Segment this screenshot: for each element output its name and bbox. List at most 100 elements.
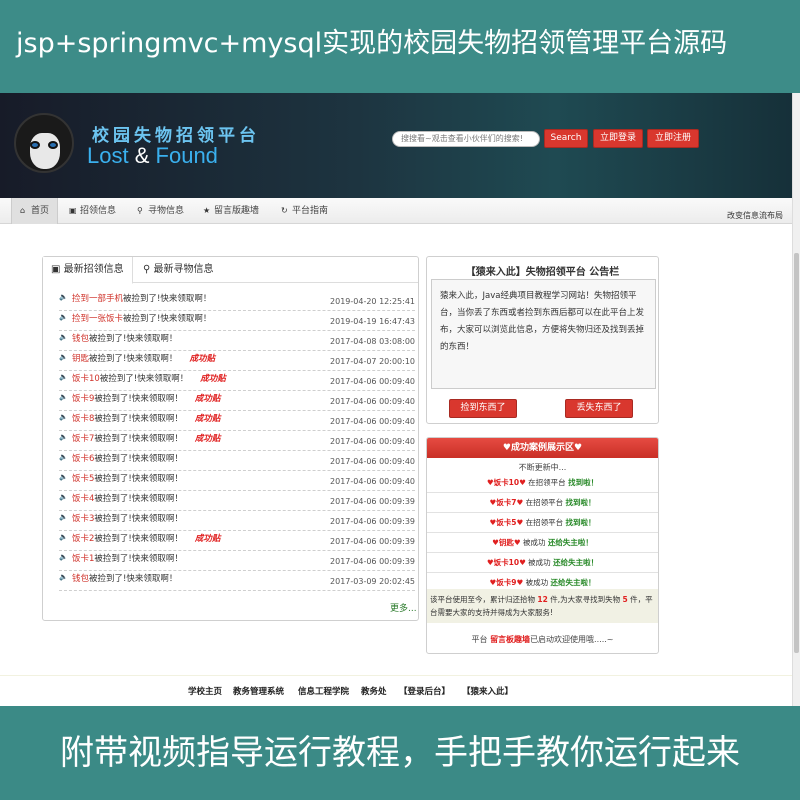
item-title-link[interactable]: 饭卡9 xyxy=(72,394,94,404)
item-date: 2019-04-19 16:47:43 xyxy=(330,317,415,326)
stats-text-2: 件,为大家寻找到失物 xyxy=(547,595,623,604)
footer-link-office[interactable]: 教务处 xyxy=(361,685,387,697)
case-item: ♥钥匙♥ xyxy=(492,538,521,547)
tab-found-label: 最新招领信息 xyxy=(63,264,124,275)
logo-monkey-icon[interactable] xyxy=(14,113,74,173)
site-header: 校园失物招领平台 Lost & Found 搜搜看~观击查看小伙伴们的搜索! S… xyxy=(0,93,792,198)
case-item: ♥饭卡5♥ xyxy=(489,518,524,527)
item-desc: 被捡到了!快来领取啊！ xyxy=(94,514,183,524)
item-desc: 被捡到了!快来领取啊！ xyxy=(89,354,178,364)
list-item[interactable]: 🔈 饭卡5被捡到了!快来领取啊！ 2017-04-06 00:09:40 xyxy=(59,471,415,491)
item-title-link[interactable]: 饭卡5 xyxy=(72,474,94,484)
nav-message-wall[interactable]: ★ 留言版趣墙 xyxy=(203,198,259,224)
cases-title: ♥成功案例展示区♥ xyxy=(427,438,658,458)
item-title-link[interactable]: 钥匙 xyxy=(72,354,89,364)
bottom-banner: 附带视频指导运行教程，手把手教你运行起来 xyxy=(0,706,800,800)
item-desc: 被捡到了!快来领取啊！ xyxy=(89,574,178,584)
speaker-icon: 🔈 xyxy=(59,373,68,381)
item-title-link[interactable]: 饭卡6 xyxy=(72,454,94,464)
case-row: ♥钥匙♥ 被成功 还给失主啦！ xyxy=(427,533,658,553)
item-desc: 被捡到了!快来领取啊！ xyxy=(94,394,183,404)
tab-latest-lost[interactable]: ⚲ 最新寻物信息 xyxy=(143,257,214,283)
nav-home[interactable]: ⌂ 首页 xyxy=(11,198,59,224)
page-scrollbar[interactable] xyxy=(792,93,800,706)
list-item[interactable]: 🔈 饭卡8被捡到了!快来领取啊！ 成功贴 2017-04-06 00:09:40 xyxy=(59,411,415,431)
scrollbar-thumb[interactable] xyxy=(794,253,799,653)
case-row: ♥饭卡5♥ 在招领平台 找到啦！ xyxy=(427,513,658,533)
case-result: 还给失主啦！ xyxy=(550,578,596,587)
item-title-link[interactable]: 饭卡3 xyxy=(72,514,94,524)
nav-guide[interactable]: ↻ 平台指南 xyxy=(281,198,328,224)
list-item[interactable]: 🔈 钱包被捡到了!快来领取啊！ 2017-03-09 20:02:45 xyxy=(59,571,415,591)
message-wall-link[interactable]: 留言板趣墙 xyxy=(490,635,530,644)
report-lost-button[interactable]: 丢失东西了 xyxy=(565,399,633,418)
list-item[interactable]: 🔈 饭卡3被捡到了!快来领取啊！ 2017-04-06 00:09:39 xyxy=(59,511,415,531)
login-button[interactable]: 立即登录 xyxy=(593,129,643,148)
item-date: 2017-04-07 20:00:10 xyxy=(330,357,415,366)
search-input[interactable]: 搜搜看~观击查看小伙伴们的搜索! xyxy=(392,131,540,147)
item-title-link[interactable]: 捡到一部手机 xyxy=(72,294,123,304)
nav-lost-info[interactable]: ⚲ 寻物信息 xyxy=(137,198,184,224)
item-title-link[interactable]: 饭卡7 xyxy=(72,434,94,444)
list-item[interactable]: 🔈 饭卡1被捡到了!快来领取啊！ 2017-04-06 00:09:39 xyxy=(59,551,415,571)
success-badge: 成功贴 xyxy=(189,354,215,364)
item-title-link[interactable]: 饭卡10 xyxy=(72,374,100,384)
item-title-link[interactable]: 饭卡8 xyxy=(72,414,94,424)
item-desc: 被捡到了!快来领取啊！ xyxy=(94,494,183,504)
search-button[interactable]: Search xyxy=(544,129,588,148)
item-title-link[interactable]: 饭卡1 xyxy=(72,554,94,564)
item-desc: 被捡到了!快来领取啊！ xyxy=(94,434,183,444)
star-icon: ★ xyxy=(203,206,211,215)
layout-switch-link[interactable]: 改变信息流布局 xyxy=(727,210,783,221)
speaker-icon: 🔈 xyxy=(59,433,68,441)
nav-found-info[interactable]: ▣ 招领信息 xyxy=(69,198,116,224)
item-desc: 被捡到了!快来领取啊！ xyxy=(123,294,212,304)
item-date: 2017-04-06 00:09:40 xyxy=(330,477,415,486)
list-item[interactable]: 🔈 饭卡10被捡到了!快来领取啊！ 成功贴 2017-04-06 00:09:40 xyxy=(59,371,415,391)
platform-stats: 该平台使用至今，累计归还拾物 12 件,为大家寻找到失物 5 件，平台需要大家的… xyxy=(427,589,658,623)
footer-link-yuanlai[interactable]: 【猿来入此】 xyxy=(462,685,513,697)
list-item[interactable]: 🔈 饭卡2被捡到了!快来领取啊！ 成功贴 2017-04-06 00:09:39 xyxy=(59,531,415,551)
item-text: 饭卡6被捡到了!快来领取啊！ xyxy=(72,452,183,464)
case-mid: 被成功 xyxy=(523,578,551,587)
item-title-link[interactable]: 饭卡2 xyxy=(72,534,94,544)
item-text: 饭卡9被捡到了!快来领取啊！ 成功贴 xyxy=(72,392,220,404)
footer-link-college[interactable]: 信息工程学院 xyxy=(298,685,349,697)
list-item[interactable]: 🔈 捡到一张饭卡被捡到了!快来领取啊！ 2019-04-19 16:47:43 xyxy=(59,311,415,331)
list-item[interactable]: 🔈 饭卡7被捡到了!快来领取啊！ 成功贴 2017-04-06 00:09:40 xyxy=(59,431,415,451)
top-banner: jsp+springmvc+mysql实现的校园失物招领管理平台源码 xyxy=(0,0,800,93)
item-date: 2017-04-06 00:09:39 xyxy=(330,557,415,566)
speaker-icon: 🔈 xyxy=(59,413,68,421)
list-item[interactable]: 🔈 钱包被捡到了!快来领取啊！ 2017-04-08 03:08:00 xyxy=(59,331,415,351)
register-button[interactable]: 立即注册 xyxy=(647,129,699,148)
case-row: ♥饭卡7♥ 在招领平台 找到啦！ xyxy=(427,493,658,513)
list-item[interactable]: 🔈 钥匙被捡到了!快来领取啊！ 成功贴 2017-04-07 20:00:10 xyxy=(59,351,415,371)
item-title-link[interactable]: 捡到一张饭卡 xyxy=(72,314,123,324)
speaker-icon: 🔈 xyxy=(59,513,68,521)
case-item: ♥饭卡7♥ xyxy=(489,498,524,507)
list-item[interactable]: 🔈 饭卡9被捡到了!快来领取啊！ 成功贴 2017-04-06 00:09:40 xyxy=(59,391,415,411)
more-link[interactable]: 更多... xyxy=(390,601,417,614)
item-title-link[interactable]: 饭卡4 xyxy=(72,494,94,504)
footer-link-school[interactable]: 学校主页 xyxy=(188,685,222,697)
cases-foot-1: 平台 xyxy=(471,635,491,644)
list-item[interactable]: 🔈 饭卡6被捡到了!快来领取啊！ 2017-04-06 00:09:40 xyxy=(59,451,415,471)
success-badge: 成功贴 xyxy=(194,394,221,404)
case-result: 找到啦！ xyxy=(568,478,599,487)
nav-wall-label: 留言版趣墙 xyxy=(214,206,260,216)
case-mid: 在招领平台 xyxy=(523,498,566,507)
item-title-link[interactable]: 钱包 xyxy=(72,334,89,344)
item-title-link[interactable]: 钱包 xyxy=(72,574,89,584)
speaker-icon: 🔈 xyxy=(59,533,68,541)
tab-latest-found[interactable]: ▣ 最新招领信息 xyxy=(43,257,133,284)
brand-lost: Lost xyxy=(87,143,129,168)
list-item[interactable]: 🔈 饭卡4被捡到了!快来领取啊！ 2017-04-06 00:09:39 xyxy=(59,491,415,511)
item-text: 捡到一张饭卡被捡到了!快来领取啊！ xyxy=(72,312,211,324)
case-result: 找到啦！ xyxy=(565,518,596,527)
list-item[interactable]: 🔈 捡到一部手机被捡到了!快来领取啊！ 2019-04-20 12:25:41 xyxy=(59,291,415,311)
report-found-button[interactable]: 捡到东西了 xyxy=(449,399,517,418)
item-text: 钥匙被捡到了!快来领取啊！ 成功贴 xyxy=(72,352,215,364)
footer-link-admin-login[interactable]: 【登录后台】 xyxy=(399,685,450,697)
item-desc: 被捡到了!快来领取啊！ xyxy=(99,374,189,384)
footer-link-academic-system[interactable]: 教务管理系统 xyxy=(233,685,284,697)
